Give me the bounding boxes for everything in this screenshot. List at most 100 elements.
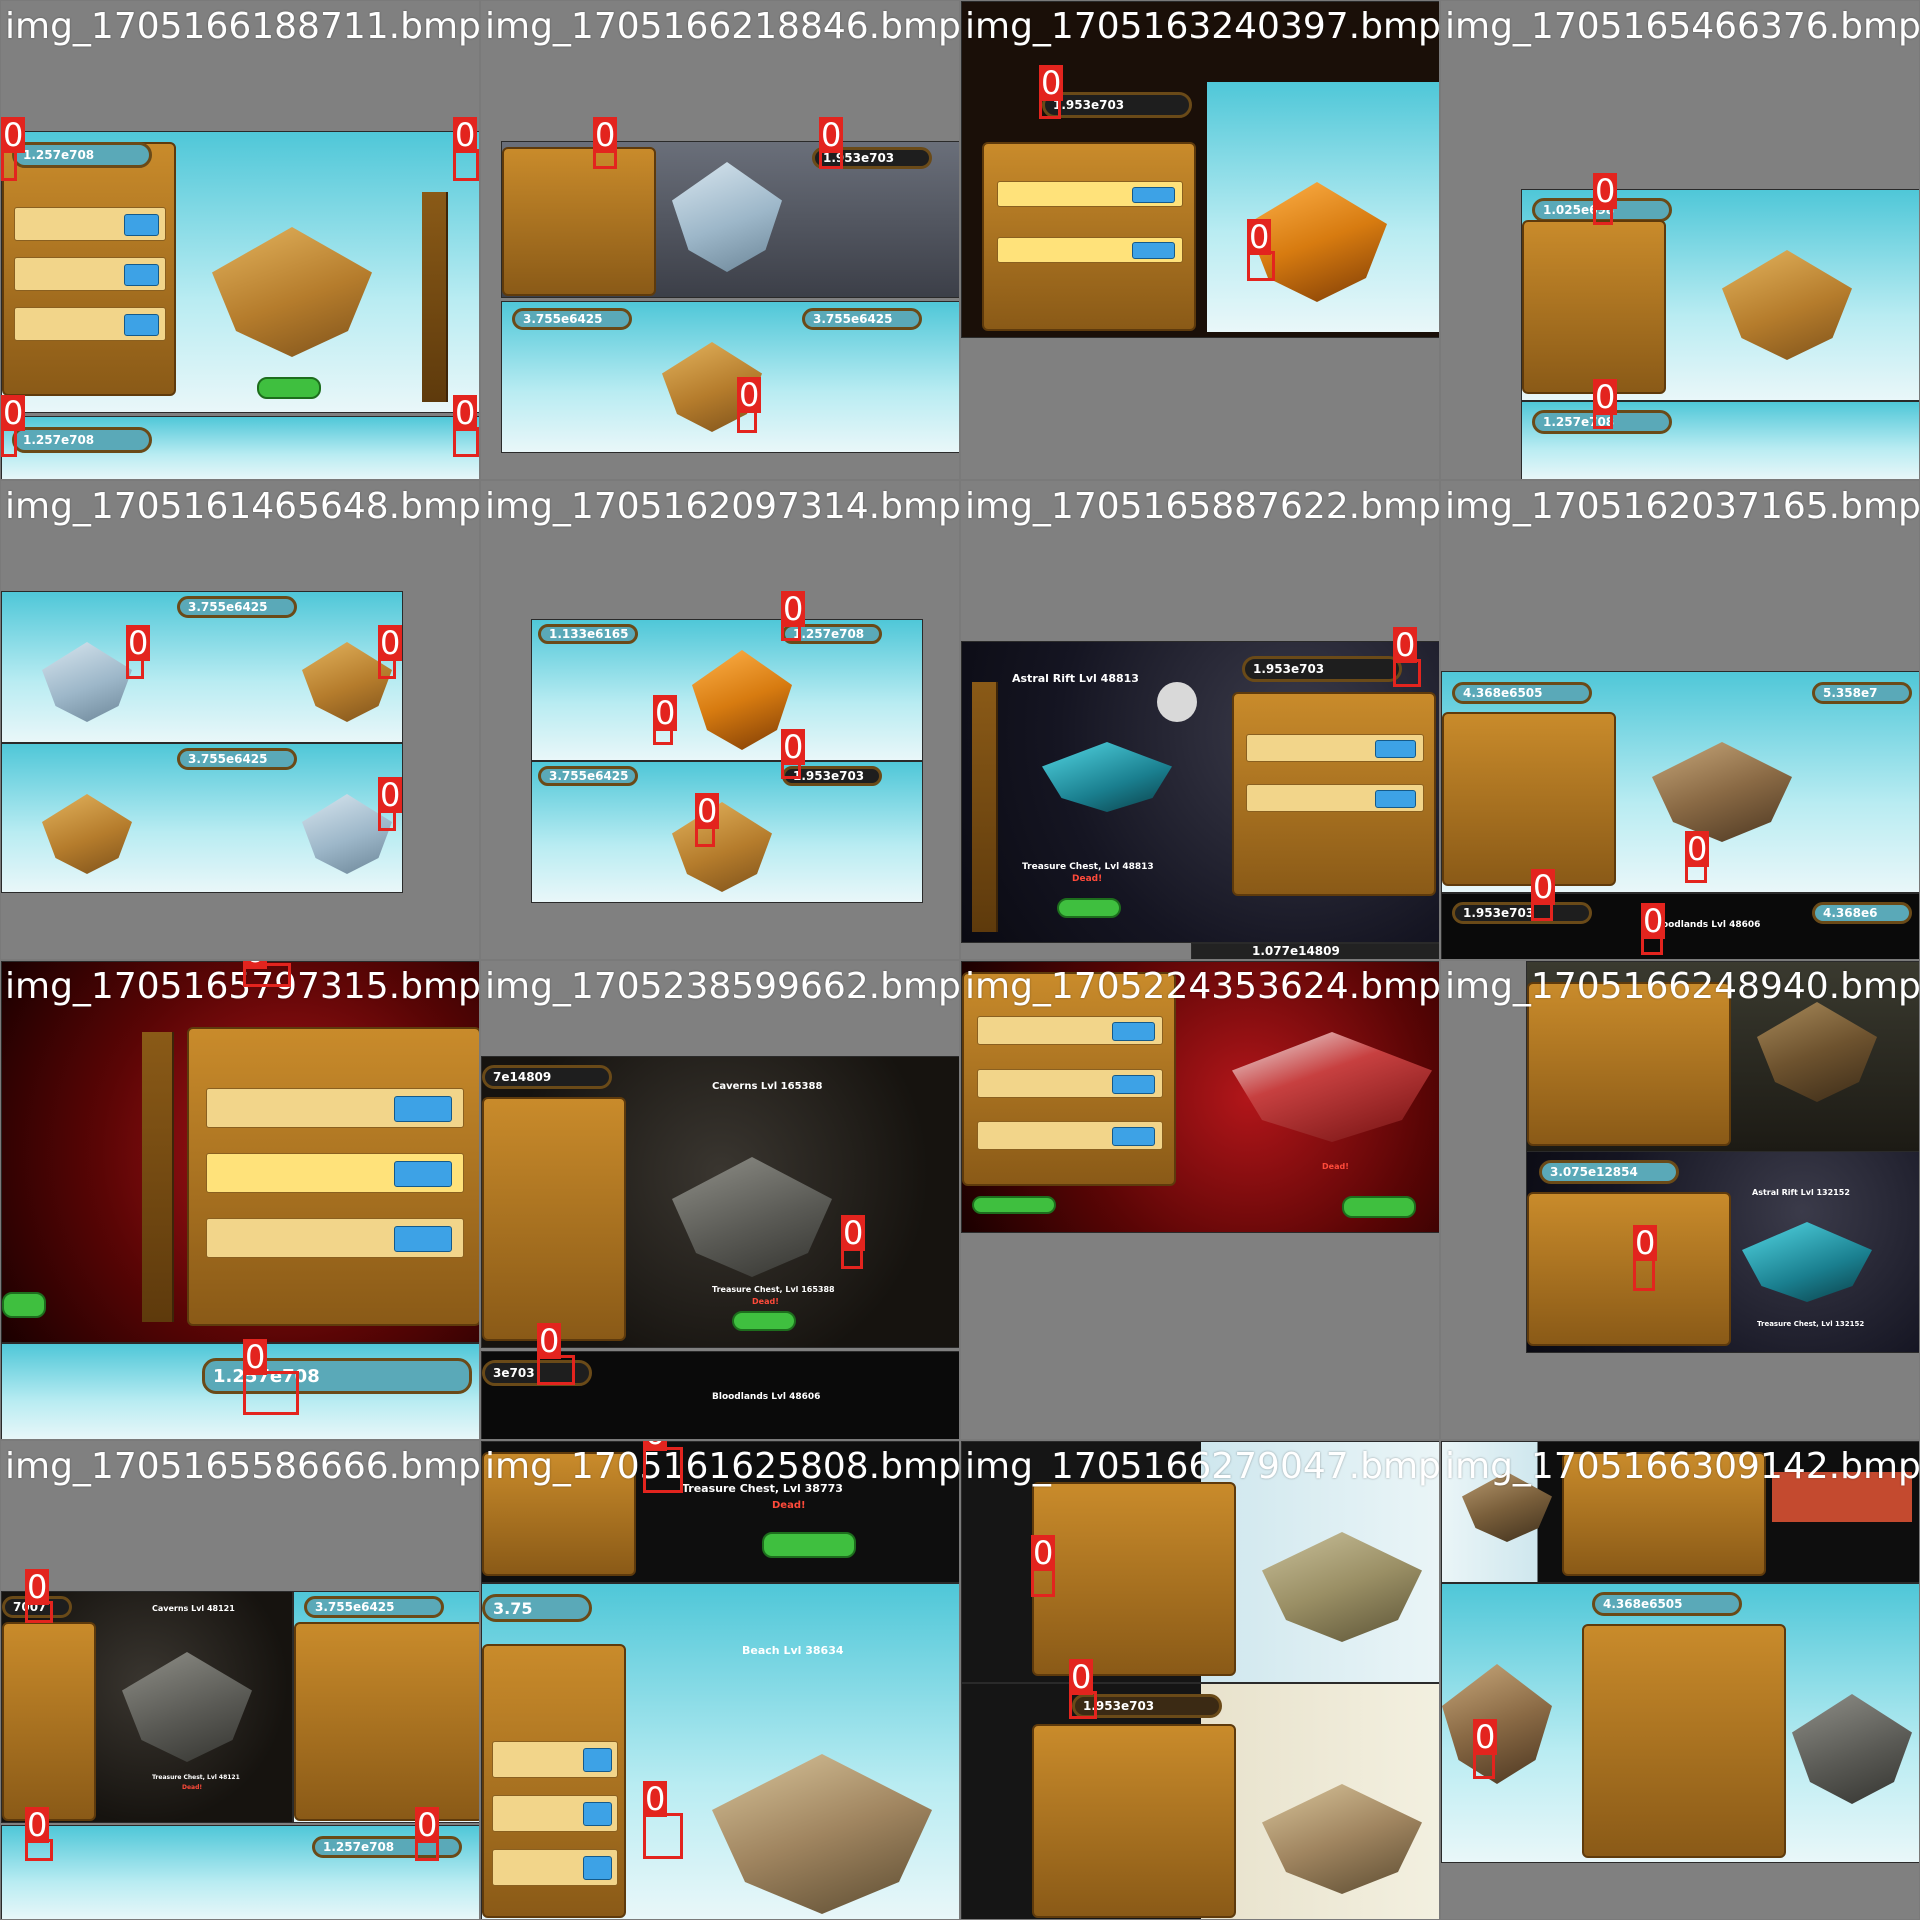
max-button [123,313,159,336]
detection-class-label: 0 [243,961,268,969]
shop-button [2,1292,46,1318]
mosaic-tile: img_1705166309142.bmp 4.368e6505 0 [1441,1441,1919,1919]
detection-class-label: 0 [1531,868,1556,906]
detection-class-label: 0 [737,376,762,414]
mosaic-tile: Dead! img_1705224353624.bmp [961,961,1439,1439]
detection-class-label: 0 [126,624,151,662]
gold-counter: 5.358e7 [1812,682,1912,704]
zone-title: Astral Rift Lvl 132152 [1752,1188,1850,1197]
max-button [582,1748,612,1772]
gold-counter: 7e14809 [482,1065,612,1089]
max-button [582,1802,612,1826]
tile-filename: img_1705166188711.bmp [5,6,479,47]
tile-filename: img_1705166248940.bmp [1445,966,1919,1007]
floating-island [692,650,792,750]
hero-panel [2,1622,96,1821]
moon [1157,682,1197,722]
detection-class-label: 0 [415,1806,440,1844]
detection-class-label: 0 [1593,172,1618,210]
tile-filename: img_1705165586666.bmp [5,1446,479,1487]
zone-title: Caverns Lvl 165388 [712,1081,823,1092]
floating-island [1742,1222,1872,1302]
detection-class-label: 0 [593,116,618,154]
max-button [394,1096,453,1123]
max-button [1112,1074,1155,1094]
dead-label: Dead! [752,1297,779,1306]
floating-island [672,162,782,272]
shop-button [762,1532,856,1558]
game-screenshot: 3.755e6425 3.755e6425 [501,301,959,453]
floating-island [42,794,132,874]
game-screenshot: 3.755e6425 [1,591,403,743]
detection-class-label: 0 [1,116,26,154]
game-screenshot: 7e14809 Caverns Lvl 165388 Treasure Ches… [481,1056,959,1348]
game-screenshot: 1.953e703 Bloodlands Lvl 48606 4.368e6 [1441,893,1919,959]
detection-class-label: 0 [25,1568,50,1606]
game-screenshot: 1.257e708 [1,1825,479,1919]
gold-counter: 1.953e703 [1242,656,1402,682]
game-screenshot: 1.257e708 [1,1343,479,1439]
hero-panel [1527,1192,1731,1346]
mosaic-tile: img_1705238599662.bmp 7e14809 Caverns Lv… [481,961,959,1439]
mosaic-tile: img_1705166188711.bmp 1.257e708 1.257e70… [1,1,479,479]
detection-class-label: 0 [781,728,806,766]
detection-box [1633,1257,1655,1291]
detection-class-label: 0 [1247,218,1272,256]
gold-counter: 4.368e6 [1812,902,1912,924]
floating-island [1757,1002,1877,1102]
floating-island [42,642,132,722]
gold-counter: 4.368e6505 [1592,1592,1742,1616]
gold-counter: 1.953e703 [1452,902,1592,924]
detection-class-label: 0 [1593,378,1618,416]
game-screenshot: 1.953e703 [501,141,959,298]
hero-panel [482,1097,626,1341]
detection-class-label: 0 [1031,1534,1056,1572]
mosaic-tile: img_1705162097314.bmp 1.133e6165 1.257e7… [481,481,959,959]
max-button [123,263,159,286]
zone-title: Bloodlands Lvl 48606 [1652,920,1761,930]
tile-filename: img_1705166279047.bmp [965,1446,1439,1487]
game-screenshot: 1.257e708 [1521,401,1919,479]
gold-counter: 3.755e6425 [177,748,297,770]
game-screenshot [1207,82,1439,332]
hero-panel [1442,712,1616,886]
dead-label: Dead! [1322,1162,1349,1171]
game-screenshot: 3.755e6425 [293,1591,479,1823]
tile-filename: img_1705161465648.bmp [5,486,479,527]
detection-class-label: 0 [25,1806,50,1844]
mosaic-tile: img_1705165797315.bmp 1.257e708 0 0 [1,961,479,1439]
mosaic-grid: img_1705166188711.bmp 1.257e708 1.257e70… [0,0,1920,1920]
ancients-sidebar [422,192,448,402]
tile-filename: img_1705165887622.bmp [965,486,1439,527]
tile-filename: img_1705162097314.bmp [485,486,959,527]
detection-class-label: 0 [453,394,478,432]
hero-panel [482,1644,626,1918]
game-screenshot: 3.755e6425 1.953e703 [531,761,923,903]
ancients-sidebar [972,682,998,932]
mosaic-tile: img_1705165887622.bmp Astral Rift Lvl 48… [961,481,1439,959]
shop-button [1057,898,1121,918]
gold-counter: 1.133e6165 [538,624,638,644]
monster-name: Treasure Chest, Lvl 132152 [1757,1320,1865,1328]
tile-filename: img_1705165466376.bmp [1445,6,1919,47]
detection-class-label: 0 [1685,830,1710,868]
monster-name: Treasure Chest, Lvl 48121 [152,1774,240,1781]
detection-class-label: 0 [643,1780,668,1818]
gold-counter: 3.755e6425 [512,308,632,330]
hero-panel [1232,692,1436,896]
max-button [123,213,159,236]
mosaic-tile: img_1705165466376.bmp 1.025e698 1.257e70… [1441,1,1919,479]
gold-counter: 1.257e708 [312,1836,462,1858]
tile-filename: img_1705166218846.bmp [485,6,959,47]
detection-class-label: 0 [695,792,720,830]
detection-class-label: 0 [1641,902,1666,940]
game-screenshot: 1.025e698 [1521,189,1919,401]
zone-title: Beach Lvl 38634 [742,1644,844,1657]
detection-class-label: 0 [819,116,844,154]
hero-panel [982,142,1196,331]
game-screenshot: Astral Rift Lvl 48813 Treasure Chest, Lv… [961,641,1439,943]
dead-label: Dead! [182,1784,203,1791]
floating-island [212,227,372,357]
game-screenshot [1,961,479,1343]
hero-panel [1032,1724,1236,1918]
